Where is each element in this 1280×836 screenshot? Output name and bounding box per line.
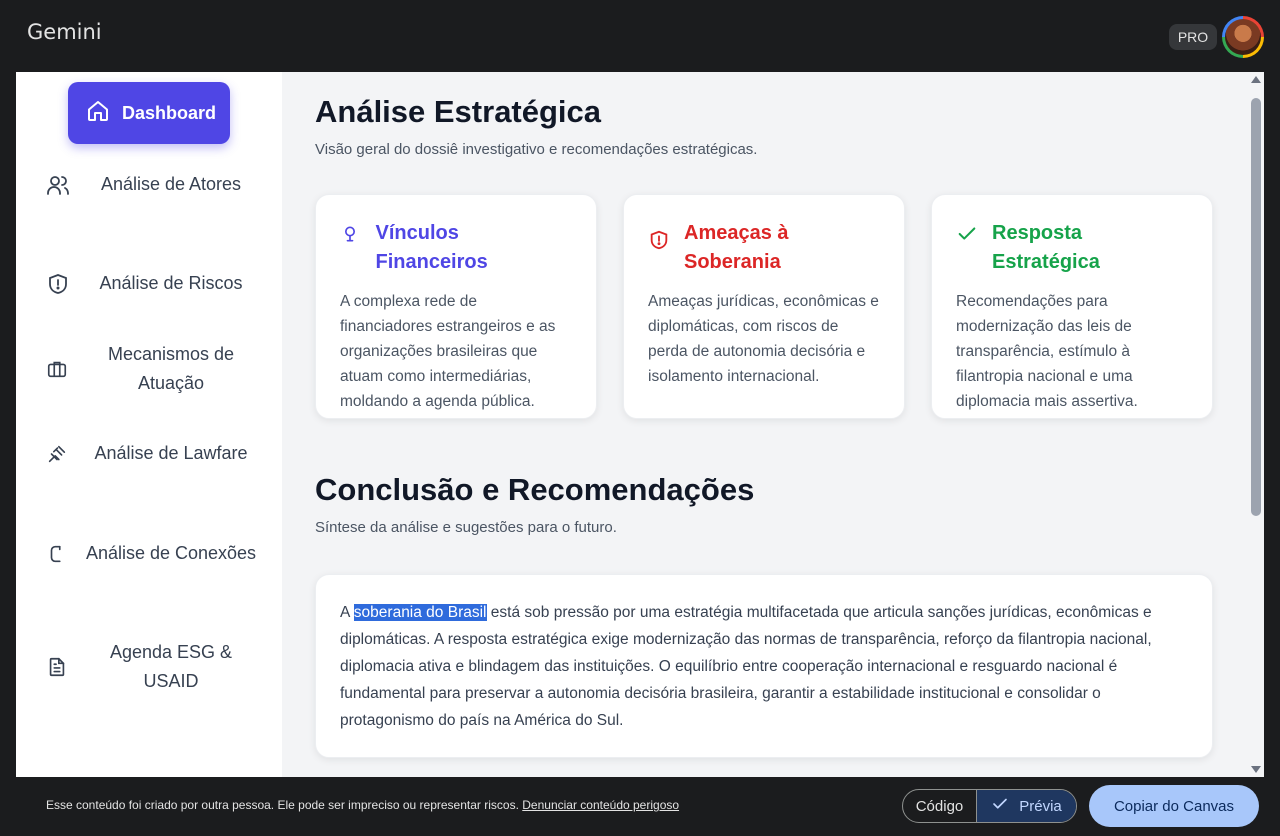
report-content-link[interactable]: Denunciar conteúdo perigoso xyxy=(522,798,679,812)
sidebar-item-label: Análise de Riscos xyxy=(99,273,243,293)
sidebar-item-label: Análise de Lawfare xyxy=(94,443,248,463)
shield-alert-icon xyxy=(46,272,80,296)
disclaimer: Esse conteúdo foi criado por outra pesso… xyxy=(46,798,679,812)
selected-text[interactable]: soberania do Brasil xyxy=(353,604,487,621)
conclusion-title: Conclusão e Recomendações xyxy=(315,472,755,507)
sidebar-item-label: Análise de Conexões xyxy=(85,543,257,563)
sidebar-item-riscos[interactable]: Análise de Riscos xyxy=(46,269,262,298)
avatar-image xyxy=(1225,19,1261,55)
scroll-up-arrow-icon[interactable] xyxy=(1251,76,1261,83)
sidebar-item-lawfare[interactable]: Análise de Lawfare xyxy=(46,439,262,468)
users-icon xyxy=(46,173,80,197)
conclusion-subtitle: Síntese da análise e sugestões para o fu… xyxy=(315,519,617,536)
sidebar-item-dashboard[interactable]: Dashboard xyxy=(68,82,230,144)
sidebar-item-label: Dashboard xyxy=(122,102,217,123)
code-tab[interactable]: Código xyxy=(903,790,977,822)
check-icon xyxy=(991,795,1009,817)
conclusion-text: está sob pressão por uma estratégia mult… xyxy=(340,604,1152,729)
bottom-bar: Esse conteúdo foi criado por outra pesso… xyxy=(0,777,1280,836)
sidebar-item-label: Análise de Atores xyxy=(100,174,242,194)
pro-badge: PRO xyxy=(1169,24,1217,50)
disclaimer-text: Esse conteúdo foi criado por outra pesso… xyxy=(46,798,519,812)
page-subtitle: Visão geral do dossiê investigativo e re… xyxy=(315,141,758,158)
conclusion-card: A soberania do Brasil está sob pressão p… xyxy=(315,574,1213,758)
sidebar-item-label: Mecanismos de Atuação xyxy=(107,344,235,393)
document-icon xyxy=(46,655,80,679)
sidebar-item-label: Agenda ESG & USAID xyxy=(109,642,233,691)
card-vinculos-financeiros: Vínculos Financeiros A complexa rede de … xyxy=(315,194,597,419)
home-icon xyxy=(86,99,110,128)
gavel-icon xyxy=(46,442,80,466)
card-ameacas-soberania: Ameaças à Soberania Ameaças jurídicas, e… xyxy=(623,194,905,419)
card-title: Resposta Estratégica xyxy=(992,222,1100,273)
preview-tab[interactable]: Prévia xyxy=(977,790,1076,822)
link-icon xyxy=(46,542,80,566)
preview-label: Prévia xyxy=(1019,797,1062,815)
card-resposta-estrategica: Resposta Estratégica Recomendações para … xyxy=(931,194,1213,419)
card-title: Ameaças à Soberania xyxy=(684,222,789,273)
briefcase-icon xyxy=(46,357,80,381)
sidebar-item-conexoes[interactable]: Análise de Conexões xyxy=(46,539,262,568)
view-toggle: Código Prévia xyxy=(902,789,1077,823)
check-icon xyxy=(956,219,978,248)
card-text: Recomendações para modernização das leis… xyxy=(956,293,1138,410)
avatar[interactable] xyxy=(1222,16,1264,58)
main-content: Análise Estratégica Visão geral do dossi… xyxy=(282,72,1248,777)
card-title: Vínculos Financeiros xyxy=(375,222,488,273)
canvas-preview: Dashboard Análise de Atores Análise de R… xyxy=(16,72,1264,777)
sidebar-item-atores[interactable]: Análise de Atores xyxy=(46,170,262,199)
scrollbar[interactable] xyxy=(1248,72,1264,777)
copy-canvas-button[interactable]: Copiar do Canvas xyxy=(1089,785,1259,827)
app-title: Gemini xyxy=(27,20,102,44)
sidebar: Dashboard Análise de Atores Análise de R… xyxy=(16,72,282,777)
lightbulb-icon xyxy=(340,219,361,248)
conclusion-text-prefix: A xyxy=(340,604,354,621)
sidebar-item-esg[interactable]: Agenda ESG & USAID xyxy=(46,638,262,696)
shield-alert-icon xyxy=(648,219,670,249)
card-text: Ameaças jurídicas, econômicas e diplomát… xyxy=(648,293,879,385)
scrollbar-thumb[interactable] xyxy=(1251,98,1261,516)
top-bar: Gemini PRO xyxy=(0,0,1280,72)
sidebar-item-mecanismos[interactable]: Mecanismos de Atuação xyxy=(46,340,262,398)
card-text: A complexa rede de financiadores estrang… xyxy=(340,293,556,410)
scroll-down-arrow-icon[interactable] xyxy=(1251,766,1261,773)
page-title: Análise Estratégica xyxy=(315,94,602,129)
